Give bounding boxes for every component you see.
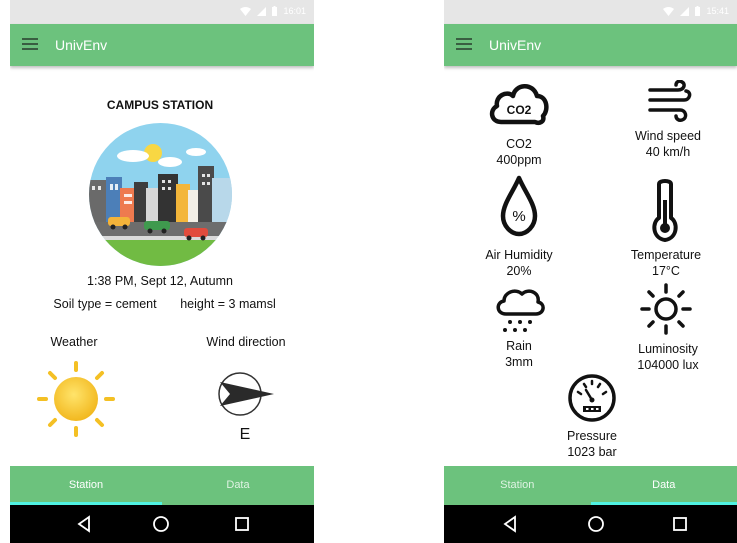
tab-data-label: Data bbox=[226, 479, 250, 491]
status-time: 15:41 bbox=[706, 6, 729, 16]
app-bar: UnivEnv bbox=[444, 24, 737, 66]
app-title: UnivEnv bbox=[489, 37, 542, 53]
menu-icon[interactable] bbox=[456, 38, 472, 50]
rain-reading: Rain 3mm bbox=[469, 338, 569, 370]
rain-cloud-icon bbox=[496, 289, 545, 332]
wind-icon bbox=[648, 80, 692, 122]
pressure-label: Pressure bbox=[566, 429, 618, 443]
status-bar: 15:41 bbox=[444, 0, 737, 24]
luminosity-value: 104000 lux bbox=[637, 358, 699, 372]
wind-direction-value: E bbox=[239, 426, 251, 443]
app-bar: UnivEnv bbox=[10, 24, 314, 66]
wind-direction-label: Wind direction bbox=[206, 335, 286, 349]
tab-station[interactable]: Station bbox=[444, 466, 591, 505]
wind-direction-compass-icon bbox=[218, 372, 274, 416]
tab-bar: Station Data bbox=[444, 466, 737, 505]
co2-value: 400ppm bbox=[496, 153, 542, 167]
status-bar: 16:01 bbox=[10, 0, 314, 24]
tab-data[interactable]: Data bbox=[590, 466, 737, 505]
system-nav-bar bbox=[10, 505, 314, 543]
data-screen: 15:41 UnivEnv CO2 CO2 400ppm Wind speed … bbox=[444, 0, 737, 543]
station-height: height = 3 mamsl bbox=[180, 297, 276, 311]
rain-label: Rain bbox=[506, 339, 532, 353]
tab-station-label: Station bbox=[68, 479, 104, 491]
tab-station-label: Station bbox=[500, 479, 535, 491]
battery-icon bbox=[695, 6, 701, 16]
svg-text:%: % bbox=[512, 208, 525, 225]
home-icon[interactable] bbox=[151, 514, 171, 534]
sunny-weather-icon bbox=[37, 361, 115, 437]
menu-icon[interactable] bbox=[22, 38, 38, 50]
wind-speed-value: 40 km/h bbox=[645, 145, 691, 159]
svg-text:CO2: CO2 bbox=[507, 103, 532, 117]
temperature-value: 17°C bbox=[652, 264, 680, 278]
sun-outline-icon bbox=[640, 283, 692, 335]
tab-bar: Station Data bbox=[10, 466, 314, 505]
humidity-drop-icon: % bbox=[500, 175, 538, 237]
co2-cloud-icon: CO2 bbox=[489, 84, 549, 125]
tab-station[interactable]: Station bbox=[10, 466, 162, 505]
thermometer-icon bbox=[652, 179, 678, 242]
luminosity-label: Luminosity bbox=[638, 342, 698, 356]
gauge-icon bbox=[568, 374, 616, 422]
air-humidity-label: Air Humidity bbox=[485, 248, 553, 262]
recents-icon[interactable] bbox=[232, 514, 252, 534]
station-screen: 16:01 UnivEnv CAMPUS STATION 1:38 PM, Se… bbox=[10, 0, 314, 543]
weather-label: Weather bbox=[50, 335, 98, 349]
wind-speed-label: Wind speed bbox=[634, 129, 701, 143]
signal-icon bbox=[680, 6, 690, 16]
station-datetime: 1:38 PM, Sept 12, Autumn bbox=[87, 274, 233, 288]
battery-icon bbox=[272, 6, 278, 16]
rain-value: 3mm bbox=[505, 355, 533, 369]
recents-icon[interactable] bbox=[670, 514, 690, 534]
station-title: CAMPUS STATION bbox=[106, 98, 214, 112]
soil-type: Soil type = cement bbox=[53, 297, 157, 311]
back-icon[interactable] bbox=[75, 514, 95, 534]
luminosity-reading: Luminosity 104000 lux bbox=[618, 341, 718, 373]
city-illustration bbox=[89, 123, 232, 266]
wifi-icon bbox=[240, 6, 252, 16]
home-icon[interactable] bbox=[586, 514, 606, 534]
air-humidity-value: 20% bbox=[506, 264, 532, 278]
co2-reading: CO2 400ppm bbox=[469, 136, 569, 168]
pressure-reading: Pressure 1023 bar bbox=[542, 428, 642, 460]
back-icon[interactable] bbox=[501, 514, 521, 534]
signal-icon bbox=[257, 6, 267, 16]
tab-data[interactable]: Data bbox=[162, 466, 314, 505]
tab-data-label: Data bbox=[652, 479, 676, 491]
wifi-icon bbox=[663, 6, 675, 16]
pressure-value: 1023 bar bbox=[567, 445, 617, 459]
air-humidity-reading: Air Humidity 20% bbox=[469, 247, 569, 279]
temperature-reading: Temperature 17°C bbox=[616, 247, 716, 279]
system-nav-bar bbox=[444, 505, 737, 543]
co2-label: CO2 bbox=[506, 137, 532, 151]
temperature-label: Temperature bbox=[630, 248, 702, 262]
wind-speed-reading: Wind speed 40 km/h bbox=[618, 128, 718, 160]
app-title: UnivEnv bbox=[55, 37, 108, 53]
status-time: 16:01 bbox=[283, 6, 306, 16]
